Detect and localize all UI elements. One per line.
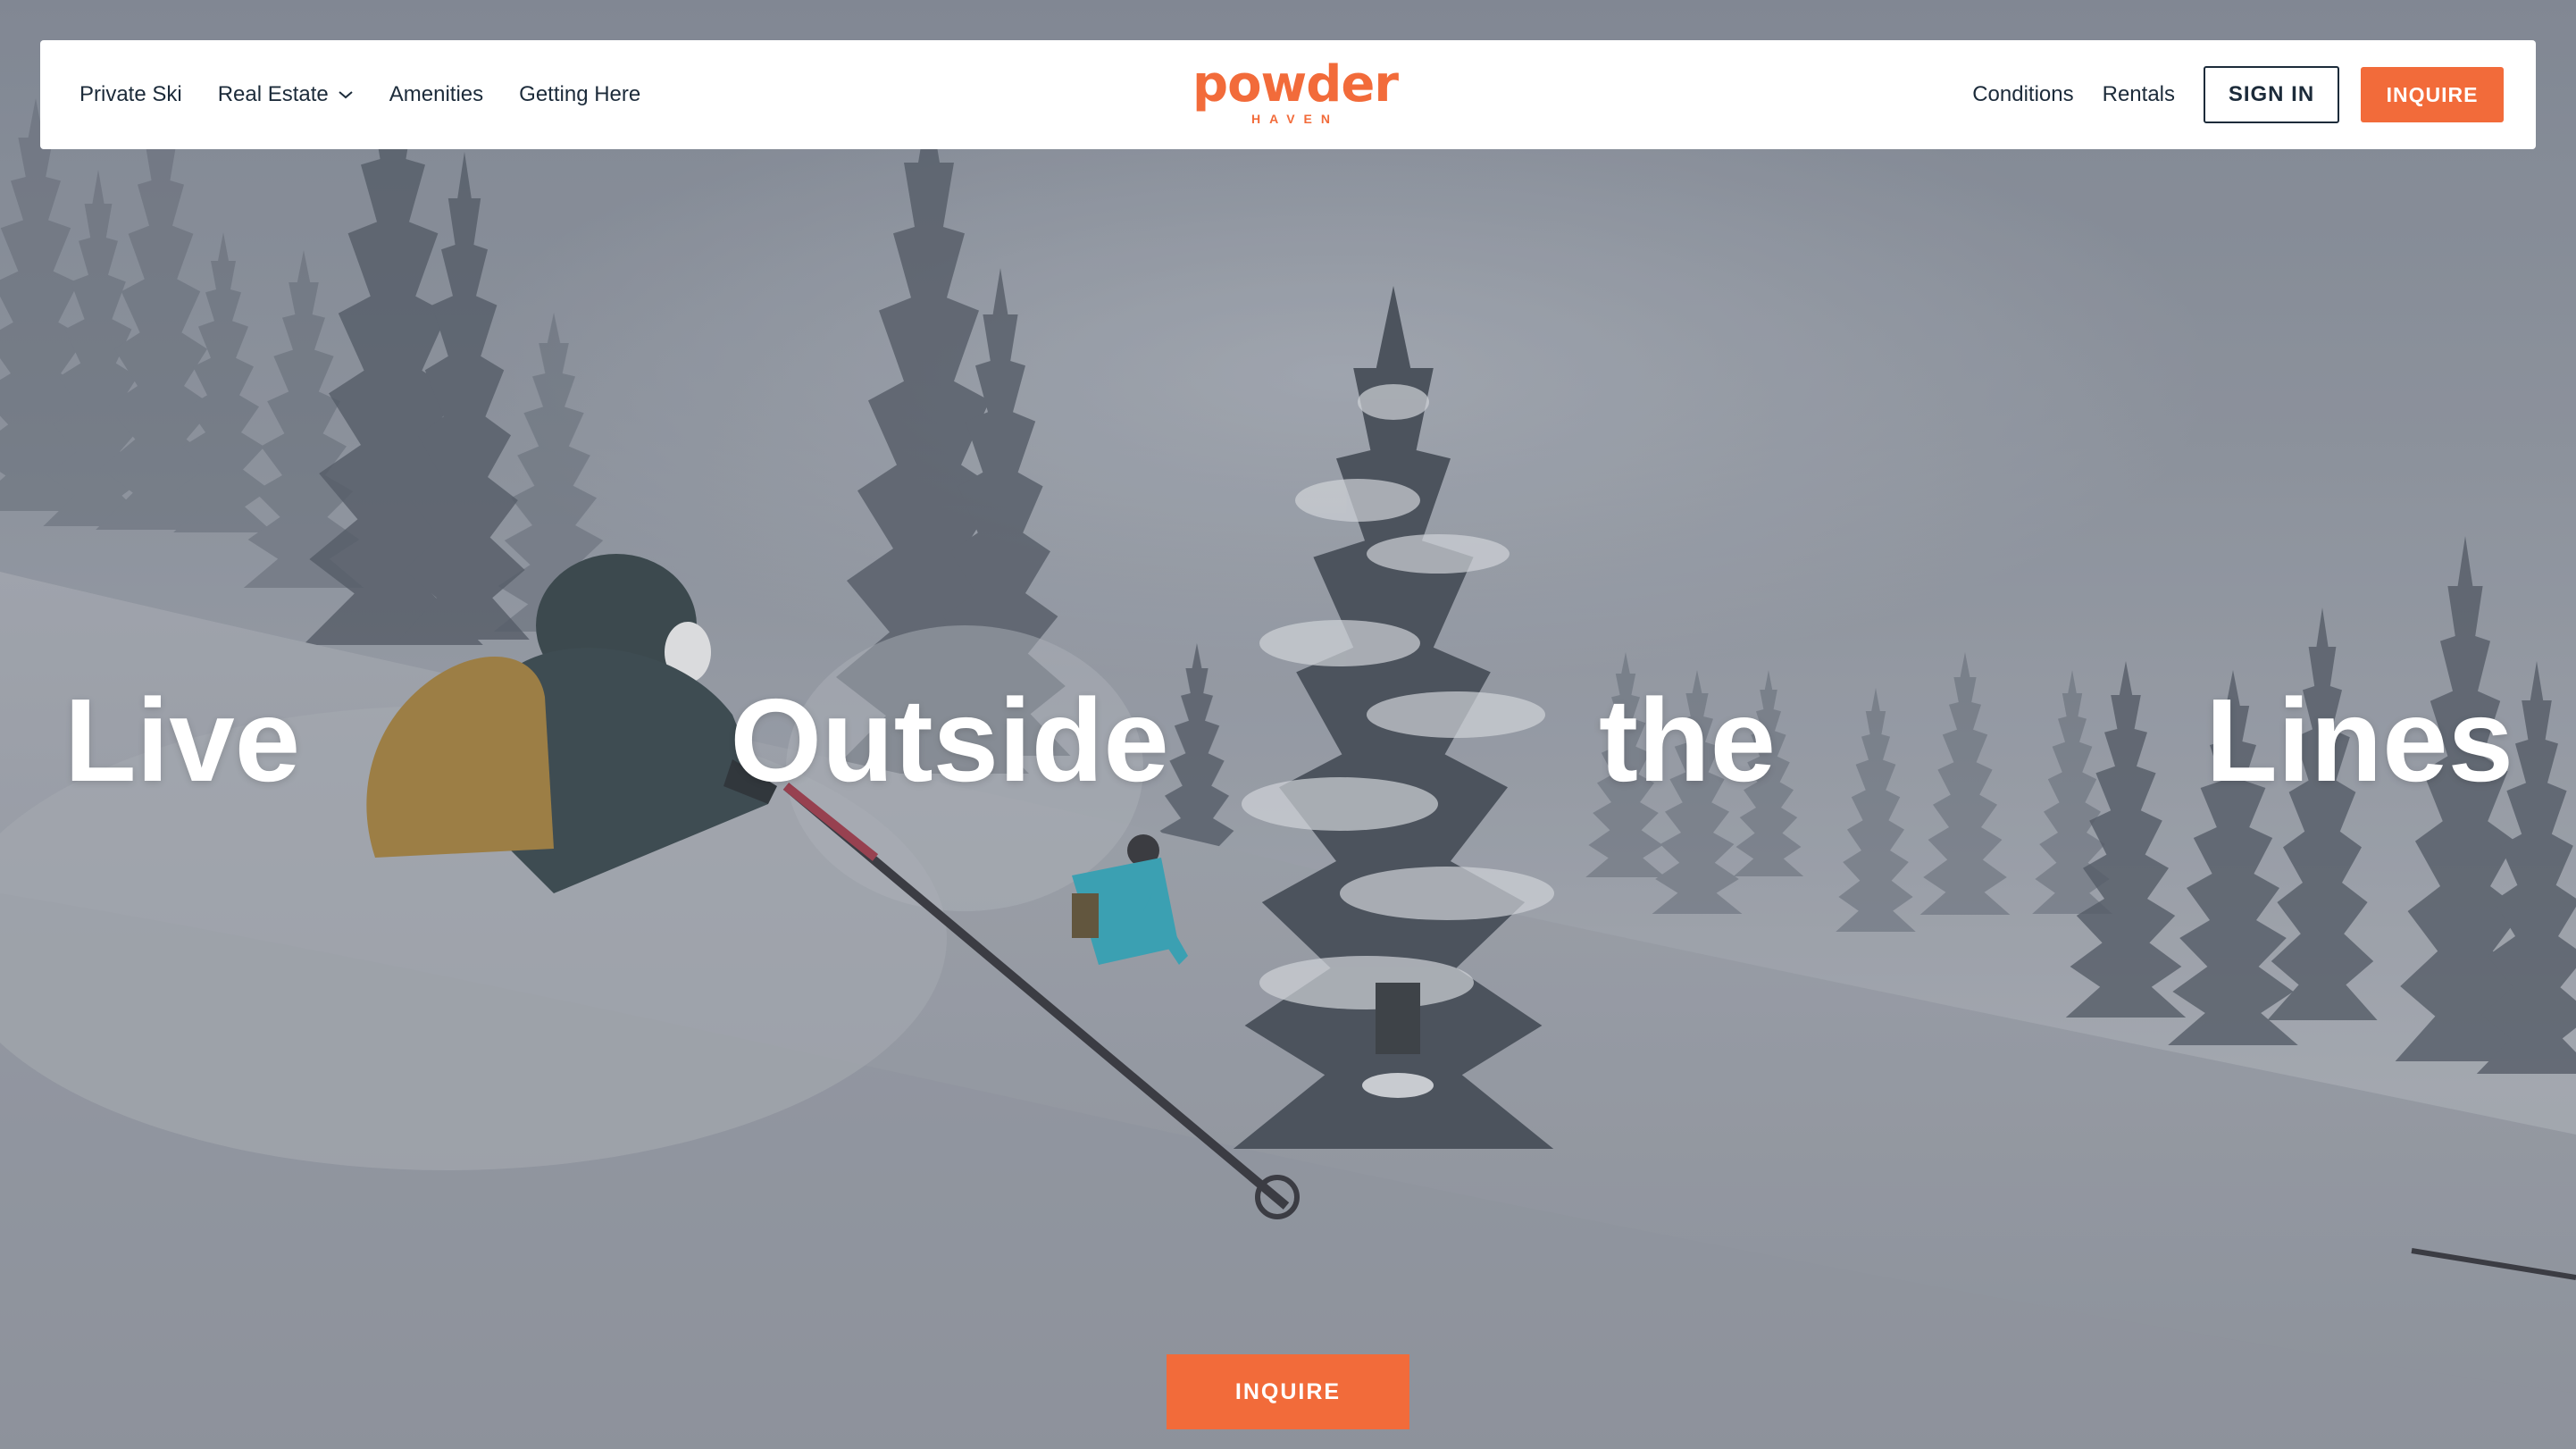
- nav-link-label: Real Estate: [217, 82, 329, 106]
- nav-left-group: Private Ski Real Estate Amenities Gettin…: [79, 40, 676, 149]
- nav-link-real-estate[interactable]: Real Estate: [218, 82, 354, 107]
- nav-link-label: Private Ski: [79, 82, 182, 106]
- headline-word: the: [1599, 674, 1776, 806]
- nav-link-rentals[interactable]: Rentals: [2103, 82, 2175, 107]
- nav-link-amenities[interactable]: Amenities: [389, 82, 483, 107]
- logo-wordmark: powder: [1192, 55, 1399, 113]
- sign-in-button[interactable]: SIGN IN: [2204, 66, 2339, 123]
- nav-link-label: Rentals: [2102, 82, 2175, 106]
- headline-word: Live: [64, 674, 301, 806]
- headline-word: Outside: [730, 674, 1169, 806]
- top-navbar: Private Ski Real Estate Amenities Gettin…: [40, 40, 2536, 149]
- hero-headline: Live Outside the Lines: [64, 674, 2513, 808]
- chevron-down-icon: [339, 91, 353, 99]
- inquire-button-hero[interactable]: INQUIRE: [1167, 1354, 1409, 1429]
- nav-right-group: Conditions Rentals SIGN IN INQUIRE: [1972, 40, 2504, 149]
- headline-word: Lines: [2205, 674, 2513, 806]
- nav-link-label: Amenities: [389, 82, 484, 106]
- inquire-button-header[interactable]: INQUIRE: [2361, 67, 2504, 122]
- brand-logo[interactable]: powder HAVEN: [1192, 55, 1399, 127]
- nav-link-private-ski[interactable]: Private Ski: [79, 82, 182, 107]
- nav-link-conditions[interactable]: Conditions: [1972, 82, 2073, 107]
- nav-link-getting-here[interactable]: Getting Here: [519, 82, 640, 107]
- logo-subtitle: HAVEN: [1251, 112, 1339, 126]
- nav-link-label: Getting Here: [519, 82, 641, 106]
- nav-link-label: Conditions: [1972, 82, 2074, 106]
